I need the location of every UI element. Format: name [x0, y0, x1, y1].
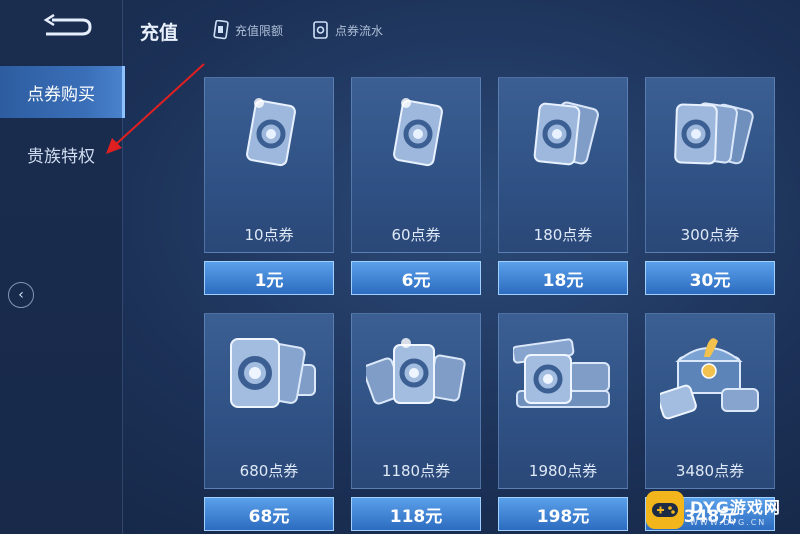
chevron-left-icon: ‹: [18, 287, 24, 303]
product-card[interactable]: 680点券 68元: [204, 313, 334, 531]
product-card[interactable]: 1180点券 118元: [351, 313, 481, 531]
recharge-limit-label: 充值限额: [235, 23, 284, 38]
coupon-stack-icon: [674, 102, 754, 165]
product-card[interactable]: 60点券 6元: [351, 77, 481, 295]
product-amount: 680点券: [239, 462, 299, 480]
coupon-icon: [313, 21, 328, 39]
coupon-heap-icon: [513, 338, 610, 408]
sidebar-item-label: 贵族特权: [27, 146, 95, 167]
card-icon: [213, 20, 229, 40]
price-button[interactable]: 18元: [498, 261, 628, 295]
coupon-history-label: 点券流水: [335, 23, 384, 38]
watermark: DYG游戏网 WWW.DYG.CN: [646, 490, 796, 530]
product-card[interactable]: 1980点券 198元: [498, 313, 628, 531]
price-button[interactable]: 30元: [645, 261, 775, 295]
coupon-card-icon: [246, 98, 296, 167]
back-button[interactable]: [38, 13, 94, 40]
prev-page-button[interactable]: ‹: [8, 282, 34, 308]
product-amount: 300点券: [680, 226, 740, 244]
back-arrow-icon: [43, 13, 92, 36]
product-amount: 1980点券: [528, 462, 598, 480]
product-card[interactable]: 180点券 18元: [498, 77, 628, 295]
product-amount: 180点券: [533, 226, 593, 244]
treasure-chest-icon: [660, 338, 759, 420]
price-button[interactable]: 68元: [204, 497, 334, 531]
price-button[interactable]: 198元: [498, 497, 628, 531]
coupon-stack-icon: [533, 101, 599, 166]
sidebar-item-label: 点券购买: [27, 84, 95, 105]
product-card[interactable]: 300点券 30元: [645, 77, 775, 295]
coupon-fan-icon: [230, 338, 316, 408]
product-card[interactable]: 10点券 1元: [204, 77, 334, 295]
watermark-url: WWW.DYG.CN: [690, 517, 767, 527]
page-title: 充值: [140, 22, 179, 44]
price-button[interactable]: 118元: [351, 497, 481, 531]
coupon-card-icon: [393, 98, 443, 167]
price-button[interactable]: 6元: [351, 261, 481, 295]
price-button[interactable]: 1元: [204, 261, 334, 295]
product-amount: 10点券: [244, 226, 294, 244]
gamepad-logo-icon: [646, 491, 684, 529]
product-amount: 1180点券: [381, 462, 451, 480]
watermark-title: DYG游戏网: [690, 497, 781, 517]
product-amount: 3480点券: [675, 462, 745, 480]
sidebar-item-buy-coupons[interactable]: 点券购买: [0, 66, 125, 118]
sidebar: 点券购买 贵族特权: [0, 0, 125, 534]
product-amount: 60点券: [391, 226, 441, 244]
sidebar-item-noble-privileges[interactable]: 贵族特权: [0, 128, 122, 180]
coupon-pile-icon: [366, 338, 466, 405]
recharge-limit-link[interactable]: 充值限额: [212, 20, 283, 40]
coupon-history-link[interactable]: 点券流水: [312, 20, 383, 40]
product-card[interactable]: 3480点券 348元: [645, 313, 775, 531]
